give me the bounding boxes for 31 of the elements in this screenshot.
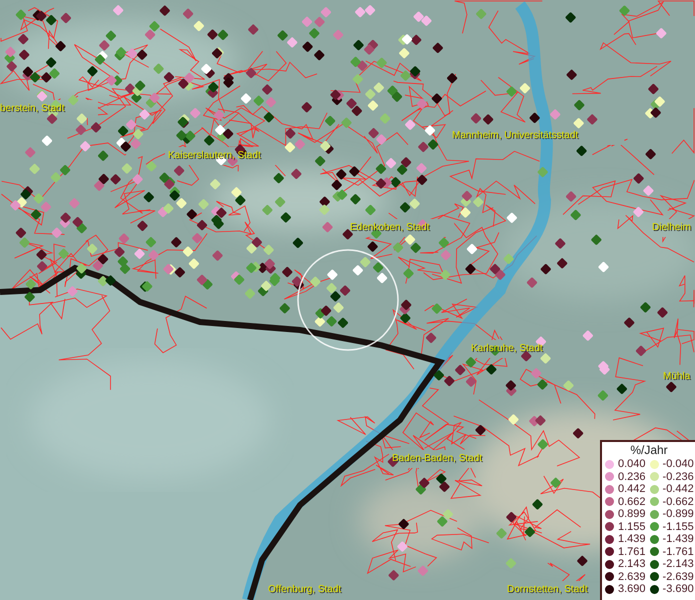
place-label: Dornstetten, Stadt: [507, 584, 588, 596]
place-label: Mannheim, Universitätsstadt: [452, 130, 578, 142]
legend-value: -0.899: [662, 508, 694, 520]
place-label: Edenkoben, Stadt: [350, 222, 430, 234]
place-label: berstein, Stadt: [0, 103, 64, 115]
legend-value: -3.690: [662, 583, 694, 596]
legend-value: 0.236: [618, 470, 646, 483]
legend-value: -1.761: [662, 546, 694, 558]
legend-title: %/Jahr: [629, 443, 669, 457]
legend-value: -1.439: [662, 533, 694, 546]
legend-value: -2.143: [662, 558, 694, 570]
place-label: Offenburg, Stadt: [268, 584, 342, 596]
legend-value: 0.899: [618, 508, 646, 520]
legend-value: 1.155: [618, 520, 646, 533]
legend-value: -1.155: [662, 520, 694, 533]
legend-value: -2.639: [662, 570, 694, 583]
legend-value: 0.442: [618, 483, 646, 496]
legend-value: 2.639: [618, 570, 646, 583]
place-label: Mühla: [663, 371, 690, 383]
legend-value: 0.662: [618, 496, 646, 508]
legend-value: -0.236: [662, 470, 694, 483]
legend-value: -0.662: [662, 496, 694, 508]
place-label: Kaiserslautern, Stadt: [168, 150, 261, 162]
legend-value: 1.761: [618, 546, 646, 558]
legend-value: 2.143: [618, 558, 646, 570]
place-label: Dielheim: [652, 222, 691, 234]
legend-value: 3.690: [618, 583, 646, 596]
legend-value: -0.040: [662, 458, 694, 470]
legend-value: -0.442: [662, 483, 694, 496]
legend-value: 1.439: [618, 533, 646, 546]
legend-value: 0.040: [618, 458, 646, 470]
